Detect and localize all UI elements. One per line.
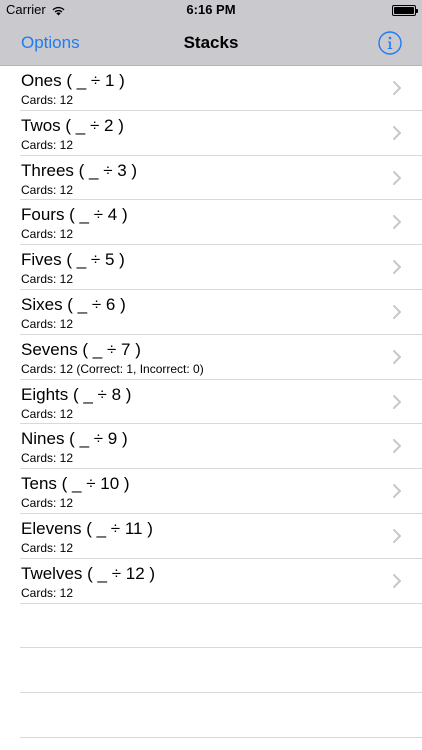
chevron-right-icon [393, 215, 401, 230]
chevron-right-icon [393, 349, 401, 364]
stack-card-count: Cards: 12 [21, 272, 74, 287]
clock: 6:16 PM [186, 2, 236, 17]
stack-title: Twelves ( _ ÷ 12 ) [21, 563, 156, 583]
stack-title: Nines ( _ ÷ 9 ) [21, 429, 128, 449]
stack-card-count: Cards: 12 [21, 182, 74, 197]
chevron-right-icon [393, 439, 401, 454]
stack-title: Ones ( _ ÷ 1 ) [21, 71, 125, 90]
chevron-right-icon [393, 170, 401, 185]
stack-row[interactable]: Tens ( _ ÷ 10 ) Cards: 12 [20, 469, 422, 514]
stack-card-count: Cards: 12 [21, 227, 74, 242]
stack-row[interactable]: Fives ( _ ÷ 5 ) Cards: 12 [20, 245, 422, 290]
stack-title: Fours ( _ ÷ 4 ) [21, 205, 128, 225]
stack-title: Twos ( _ ÷ 2 ) [21, 115, 124, 135]
stack-title: Sevens ( _ ÷ 7 ) [21, 339, 141, 359]
stack-row[interactable]: Eights ( _ ÷ 8 ) Cards: 12 [20, 380, 422, 425]
stack-card-count: Cards: 12 [21, 496, 74, 511]
battery-icon [392, 5, 418, 16]
info-icon[interactable] [378, 31, 402, 55]
chevron-right-icon [393, 304, 401, 319]
empty-row [20, 604, 422, 649]
stack-card-count: Cards: 12 [21, 540, 74, 555]
stack-card-count: Cards: 12 (Correct: 1, Incorrect: 0) [21, 361, 204, 376]
stack-row[interactable]: Fours ( _ ÷ 4 ) Cards: 12 [20, 200, 422, 246]
stack-title: Elevens ( _ ÷ 11 ) [21, 518, 153, 538]
stack-title: Eights ( _ ÷ 8 ) [21, 384, 132, 404]
stack-card-count: Cards: 12 [21, 585, 74, 600]
stack-row[interactable]: Twos ( _ ÷ 2 ) Cards: 12 [20, 111, 422, 156]
chevron-right-icon [393, 81, 401, 95]
chevron-right-icon [393, 528, 401, 543]
chevron-right-icon [393, 394, 401, 409]
stack-row[interactable]: Sixes ( _ ÷ 6 ) Cards: 12 [20, 290, 422, 335]
stack-card-count: Cards: 12 [21, 316, 74, 331]
chevron-right-icon [393, 125, 401, 140]
stack-card-count: Cards: 12 [21, 93, 74, 107]
stack-title: Threes ( _ ÷ 3 ) [21, 160, 138, 180]
stack-card-count: Cards: 12 [21, 406, 74, 421]
stack-row[interactable]: Nines ( _ ÷ 9 ) Cards: 12 [20, 424, 422, 470]
chevron-right-icon [393, 260, 401, 275]
stack-row[interactable]: Twelves ( _ ÷ 12 ) Cards: 12 [20, 559, 422, 604]
stack-row[interactable]: Ones ( _ ÷ 1 ) Cards: 12 [20, 66, 422, 111]
stack-title: Sixes ( _ ÷ 6 ) [21, 294, 126, 314]
empty-row [20, 648, 422, 694]
stack-row[interactable]: Sevens ( _ ÷ 7 ) Cards: 12 (Correct: 1, I… [20, 335, 422, 380]
empty-row [20, 693, 422, 738]
navigation-bar: Options Stacks [0, 20, 422, 66]
stacks-list: Ones ( _ ÷ 1 ) Cards: 12 Twos ( _ ÷ 2 ) Car… [0, 66, 422, 738]
stack-row[interactable]: Threes ( _ ÷ 3 ) Cards: 12 [20, 156, 422, 201]
page-title: Stacks [183, 33, 239, 52]
stack-card-count: Cards: 12 [21, 451, 74, 466]
stack-title: Fives ( _ ÷ 5 ) [21, 250, 125, 270]
stack-row[interactable]: Elevens ( _ ÷ 11 ) Cards: 12 [20, 514, 422, 559]
chevron-right-icon [393, 484, 401, 499]
chevron-right-icon [393, 573, 401, 588]
stack-card-count: Cards: 12 [21, 137, 74, 152]
status-bar: Carrier 6:16 PM [0, 0, 422, 20]
stack-title: Tens ( _ ÷ 10 ) [21, 474, 130, 494]
